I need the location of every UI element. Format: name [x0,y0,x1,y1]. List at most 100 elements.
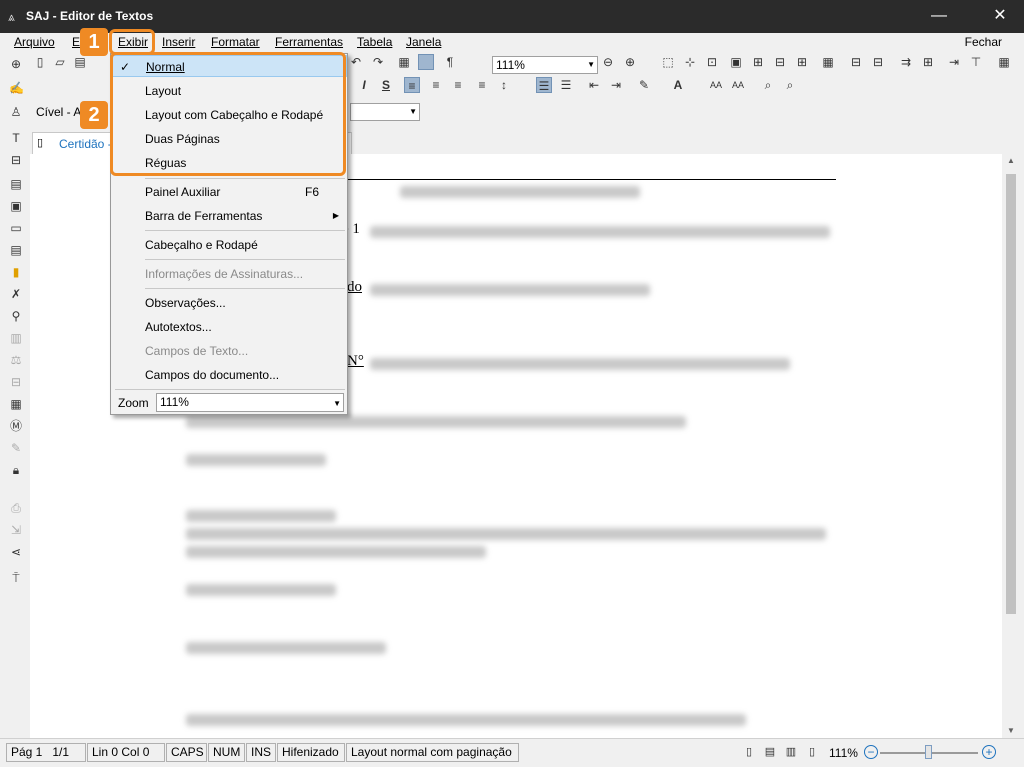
highlighted-doc-icon[interactable]: ▮ [9,265,23,279]
menu-item-document-fields[interactable]: Campos do documento... [111,364,347,386]
zoom-out-icon[interactable]: ⊖ [600,54,616,70]
stamp-disabled-icon[interactable]: ⊟ [9,375,23,389]
menu-janela[interactable]: Janela [406,35,441,49]
font-size-down-icon[interactable]: AA [730,77,746,93]
new-document-add-icon[interactable]: ⊕ [9,57,23,71]
seal-icon[interactable]: ⚲ [9,309,23,323]
layout-view-icon[interactable]: ▤ [763,745,777,759]
menu-item-autotexts[interactable]: Autotextos... [111,316,347,338]
align-table-icon[interactable]: ⊤ [968,54,984,70]
replace-icon[interactable]: ⌕ [782,77,798,93]
cut-row-icon[interactable]: ⇥ [946,54,962,70]
merge-cells-icon[interactable]: ⊟ [772,54,788,70]
redo-icon[interactable]: ↷ [370,54,386,70]
menu-item-observations[interactable]: Observações... [111,292,347,314]
remove-field-icon[interactable]: ✗ [9,287,23,301]
table-format-icon[interactable]: ▦ [820,54,836,70]
menu-tabela[interactable]: Tabela [357,35,392,49]
app-logo-icon: ⩓ [8,10,15,24]
header-footer-view-icon[interactable]: ▥ [784,745,798,759]
sections-icon[interactable]: ▤ [9,177,23,191]
strikethrough-icon[interactable]: S [378,77,394,93]
zoom-out-button[interactable]: − [864,745,878,759]
bullet-list-icon[interactable]: ☰ [536,77,552,93]
menu-item-header-footer[interactable]: Cabeçalho e Rodapé [111,234,347,256]
menu-separator [145,288,345,289]
paint-format-icon[interactable]: ⍑ [9,571,23,585]
text-tool-icon[interactable]: T [9,131,23,145]
scroll-thumb[interactable] [1006,174,1016,614]
justify-icon[interactable]: ≡ [474,77,490,93]
menu-item-toolbars[interactable]: Barra de Ferramentas ▶ [111,205,347,227]
menu-ferramentas[interactable]: Ferramentas [275,35,343,49]
page-view-icon[interactable]: ▯ [742,745,756,759]
line-spacing-icon[interactable]: ↕ [496,77,512,93]
close-document-button[interactable]: Fechar [965,35,1002,49]
flow-icon[interactable]: ⇉ [898,54,914,70]
chevron-down-icon: ▼ [333,399,341,408]
scroll-down-icon[interactable]: ▼ [1006,726,1016,735]
frame-icon[interactable]: ⊡ [704,54,720,70]
italic-icon[interactable]: I [356,77,372,93]
new-document-icon[interactable]: ▯ [32,54,48,70]
align-center-icon[interactable]: ≡ [428,77,444,93]
open-folder-icon[interactable]: ▱ [52,54,68,70]
menu-item-auxiliary-panel[interactable]: Painel Auxiliar F6 [111,181,347,203]
decrease-indent-icon[interactable]: ⇤ [586,77,602,93]
grid-icon[interactable]: ▥ [9,331,23,345]
split-icon[interactable]: ⊞ [920,54,936,70]
menu-zoom-input[interactable]: 111% ▼ [156,393,344,412]
box-icon[interactable]: ▣ [728,54,744,70]
view-grid-icon[interactable] [418,54,434,70]
increase-indent-icon[interactable]: ⇥ [608,77,624,93]
find-icon[interactable]: ⌕ [760,77,776,93]
calendar-icon[interactable]: ▦ [9,397,23,411]
zoom-in-button[interactable]: + [982,745,996,759]
template-icon[interactable]: ▣ [9,199,23,213]
pilcrow-icon[interactable]: ¶ [442,54,458,70]
highlight-icon[interactable]: ✎ [636,77,652,93]
menu-arquivo[interactable]: Arquivo [14,35,55,49]
zoom-slider-thumb[interactable] [925,745,932,759]
scroll-up-icon[interactable]: ▲ [1006,156,1016,165]
list-icon[interactable]: ▤ [9,243,23,257]
menu-inserir[interactable]: Inserir [162,35,195,49]
select-region-icon[interactable]: ⬚ [660,54,676,70]
align-right-icon[interactable]: ≡ [450,77,466,93]
table-icon[interactable]: ▦ [396,54,412,70]
gavel-icon[interactable]: ⚖ [9,353,23,367]
table-split-icon[interactable]: ⊞ [794,54,810,70]
stamp-icon[interactable]: ⊟ [9,153,23,167]
numbered-list-icon[interactable]: ☰ [558,77,574,93]
zoom-in-icon[interactable]: ⊕ [622,54,638,70]
font-size-up-icon[interactable]: AA [708,77,724,93]
left-toolbar: ⊕ ✍ ♙ T ⊟ ▤ ▣ ▭ ▤ ▮ ✗ ⚲ ▥ ⚖ ⊟ ▦ Ⓜ ✎ 🔒︎ ⎙… [0,53,30,738]
vertical-scrollbar[interactable]: ▲ ▼ [1002,154,1020,738]
close-icon[interactable]: ✕ [985,6,1015,26]
open-template-icon[interactable]: ▤ [72,54,88,70]
menu-formatar[interactable]: Formatar [211,35,260,49]
share-icon[interactable]: ⋖ [9,545,23,559]
lock-icon[interactable]: 🔒︎ [9,463,23,477]
print-icon[interactable]: ⎙ [9,501,23,515]
style-combo[interactable]: ▼ [350,103,420,121]
export-icon[interactable]: ⇲ [9,523,23,537]
grid-cells-icon[interactable]: ⊞ [750,54,766,70]
table-properties-icon[interactable]: ▦ [996,54,1012,70]
align-left-icon[interactable]: ≡ [404,77,420,93]
document-m-icon[interactable]: Ⓜ [9,419,23,433]
signature-icon[interactable]: ✍ [9,81,24,95]
step-badge-2: 2 [80,101,108,129]
insert-row-icon[interactable]: ⊟ [848,54,864,70]
minimize-icon[interactable]: — [924,6,954,26]
undo-icon[interactable]: ↶ [348,54,364,70]
edit-disabled-icon[interactable]: ✎ [9,441,23,455]
comment-icon[interactable]: ▭ [9,221,23,235]
two-pages-view-icon[interactable]: ▯ [805,745,819,759]
insert-field-icon[interactable]: ⊹ [682,54,698,70]
zoom-combo[interactable]: 111% ▼ [492,56,598,74]
font-color-icon[interactable]: A [670,77,686,93]
delete-row-icon[interactable]: ⊟ [870,54,886,70]
menu-separator [145,259,345,260]
users-icon[interactable]: ♙ [9,105,23,119]
